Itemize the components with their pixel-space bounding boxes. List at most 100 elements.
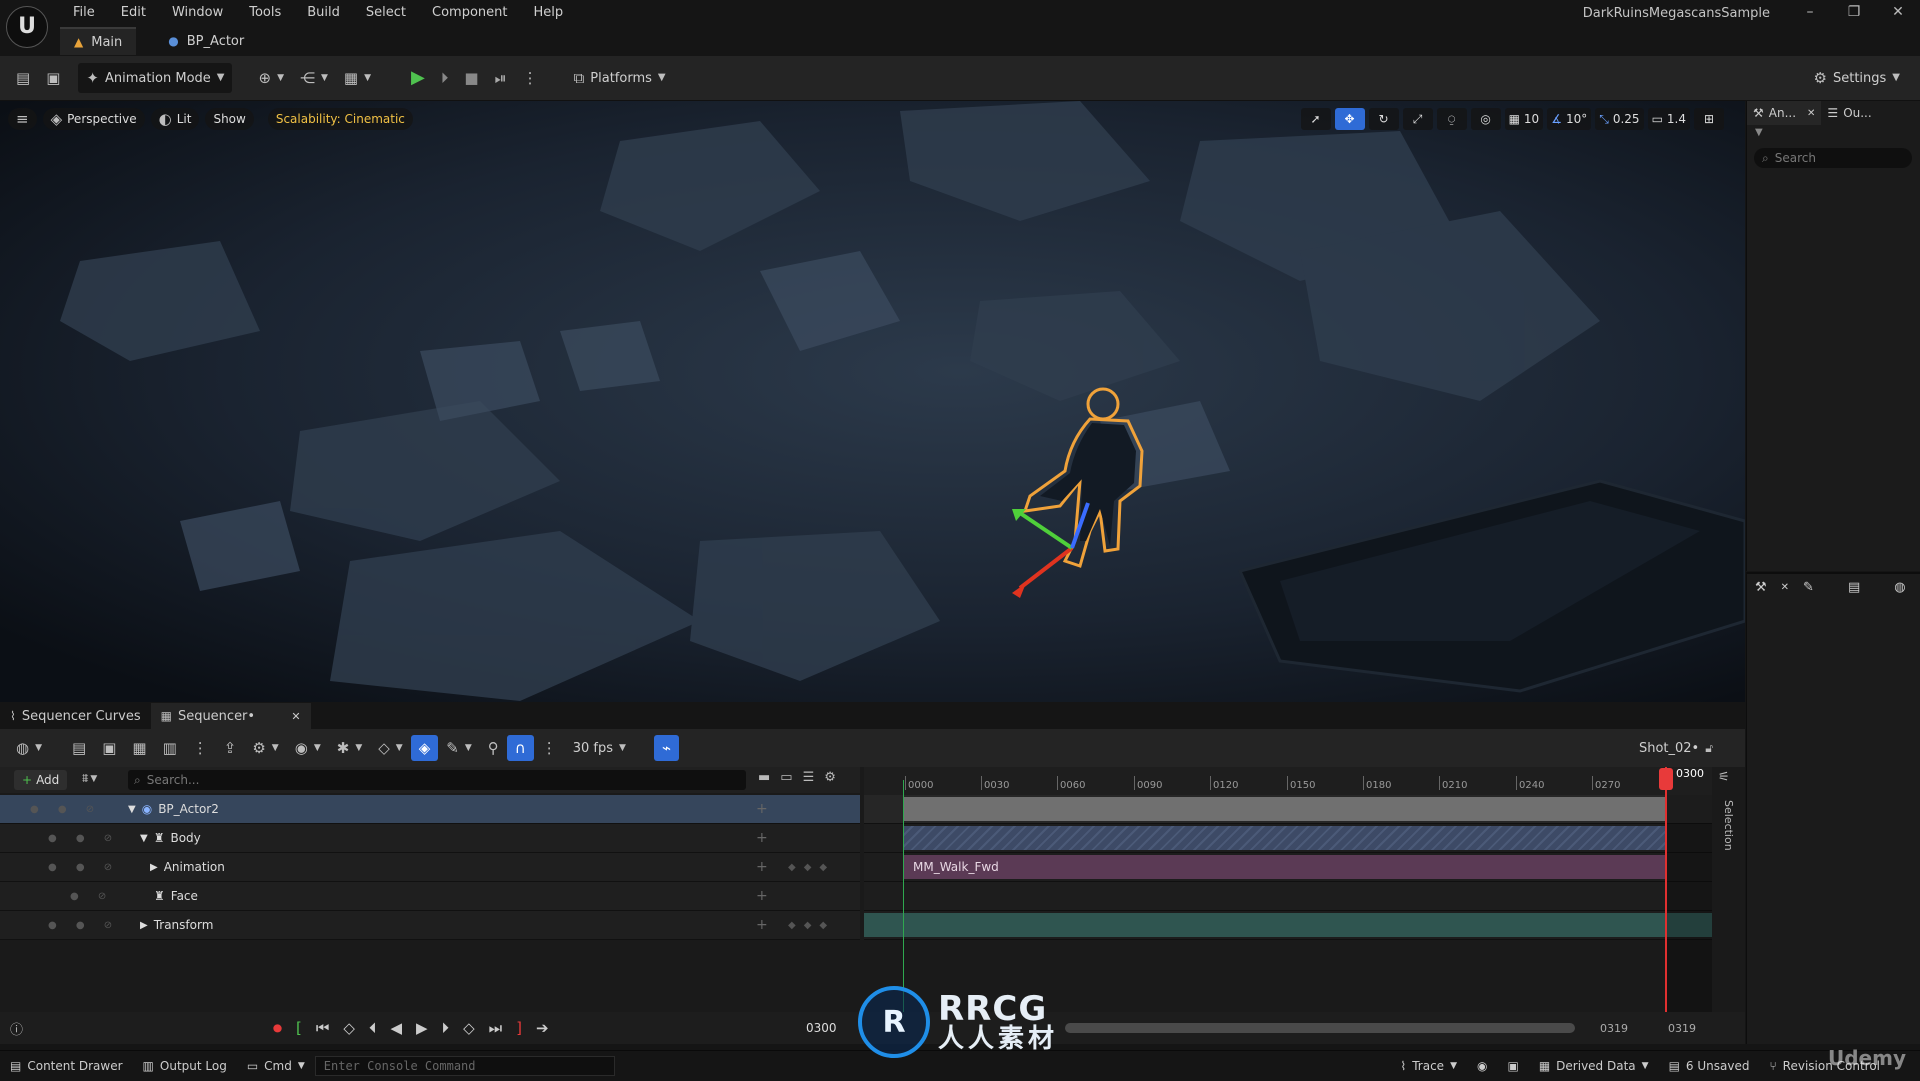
range-end[interactable]: 0319 — [1668, 1022, 1696, 1035]
chevron-down-icon[interactable]: ▼ — [140, 833, 148, 844]
lit-button[interactable]: ◐ Lit — [150, 108, 200, 130]
playhead-line[interactable] — [1665, 767, 1667, 1012]
track-row-bp-actor2[interactable]: ● ● ⊘ ▼ ◉ BP_Actor2 + — [0, 795, 860, 824]
blueprint-button[interactable]: ⋲ ▼ — [292, 63, 336, 93]
level-viewport[interactable] — [0, 101, 1745, 702]
sequencer-search-input[interactable]: ⌕ Search... — [128, 770, 746, 790]
filter-button[interactable]: ⩩ ▼ — [82, 771, 97, 786]
shot-breadcrumb[interactable]: Shot_02• 🔓︎ — [1631, 733, 1721, 763]
add-key-icon[interactable]: + — [756, 917, 768, 933]
snap-options-button[interactable]: ⋮ — [534, 733, 565, 763]
chevron-down-icon[interactable]: ▼ — [1747, 127, 1920, 138]
grid-snap-button[interactable]: ▦ 10 — [1504, 108, 1544, 130]
screenshot-button[interactable]: ▣ — [1497, 1051, 1528, 1081]
track-toggles[interactable]: ● ● ⊘ — [48, 862, 120, 873]
tab-main[interactable]: ▲ Main — [60, 27, 137, 55]
menu-tools[interactable]: Tools — [236, 5, 294, 20]
globe-icon[interactable]: ◍ — [1894, 580, 1905, 595]
save-sequence-button[interactable]: ▤ — [64, 733, 94, 763]
select-mode-button[interactable]: ➚ — [1300, 108, 1331, 130]
pencil-icon[interactable]: ✎ — [1803, 580, 1814, 595]
scale-mode-button[interactable]: ⤢ — [1402, 108, 1433, 130]
outliner-search-input[interactable]: ⌕ Search — [1754, 148, 1912, 168]
rotation-snap-button[interactable]: ∡ 10° — [1547, 108, 1592, 130]
track-row-face[interactable]: ● ⊘ ♜ Face + — [0, 882, 860, 911]
lane-animation[interactable]: MM_Walk_Fwd — [864, 853, 1712, 882]
chevron-down-icon[interactable]: ▼ — [128, 804, 136, 815]
scale-snap-button[interactable]: ⤡ 0.25 — [1595, 108, 1644, 130]
loop-icon[interactable]: ➔ — [536, 1019, 549, 1037]
more-button[interactable]: ⋮ — [185, 733, 216, 763]
view-options-button[interactable]: ◉ ▼ — [287, 733, 329, 763]
stop-button[interactable]: ■ — [456, 63, 486, 93]
menu-select[interactable]: Select — [353, 5, 419, 20]
render-movie-button[interactable]: ▥ — [155, 733, 185, 763]
track-row-animation[interactable]: ● ● ⊘ ▶ Animation + ◆◆◆ — [0, 853, 860, 882]
curve-editor-button[interactable]: ⌁ — [653, 735, 679, 761]
prev-key-icon[interactable]: ◇ — [343, 1019, 355, 1037]
menu-file[interactable]: File — [60, 5, 108, 20]
settings-dropdown[interactable]: ⚙ Settings ▼ — [1806, 63, 1908, 93]
menu-component[interactable]: Component — [419, 5, 520, 20]
unsaved-button[interactable]: ▤ 6 Unsaved — [1659, 1051, 1760, 1081]
track-row-transform[interactable]: ● ● ⊘ ▶ Transform + ◆◆◆ — [0, 911, 860, 940]
tab-bp-actor[interactable]: ● BP_Actor — [154, 28, 258, 54]
track-toggles[interactable]: ● ● ⊘ — [30, 804, 102, 815]
launch-button[interactable]: ⏯ — [487, 63, 515, 93]
timeline-scrollbar[interactable] — [1065, 1023, 1575, 1033]
world-button[interactable]: ◍ ▼ — [8, 733, 50, 763]
set-start-icon[interactable]: [ — [296, 1019, 302, 1037]
close-icon[interactable]: ✕ — [1781, 582, 1789, 593]
step-back-icon[interactable]: ⏴ — [369, 1019, 377, 1037]
menu-help[interactable]: Help — [520, 5, 576, 20]
step-forward-icon[interactable]: ⏵ — [442, 1019, 450, 1037]
rotate-mode-button[interactable]: ↻ — [1368, 108, 1399, 130]
menu-window[interactable]: Window — [159, 5, 236, 20]
current-frame[interactable]: 0300 — [806, 1021, 837, 1035]
playback-options-button[interactable]: ✱ ▼ — [329, 733, 371, 763]
content-drawer-button[interactable]: ▤ Content Drawer — [0, 1051, 133, 1081]
track-toggles[interactable]: ● ● ⊘ — [48, 833, 120, 844]
camera-speed-button[interactable]: ▭ 1.4 — [1647, 108, 1690, 130]
trace-dropdown[interactable]: ⌇ Trace ▼ — [1390, 1051, 1467, 1081]
derived-data-dropdown[interactable]: ▦ Derived Data ▼ — [1529, 1051, 1659, 1081]
add-key-icon[interactable]: + — [756, 859, 768, 875]
info-icon[interactable]: ⓘ — [10, 1019, 23, 1038]
mode-dropdown[interactable]: ✦ Animation Mode ▼ — [78, 63, 233, 93]
minimize-icon[interactable]: – — [1788, 4, 1832, 20]
find-asset-button[interactable]: ▣ — [94, 733, 124, 763]
platforms-dropdown[interactable]: ⧉ Platforms ▼ — [566, 63, 674, 93]
play-reverse-icon[interactable]: ◀ — [390, 1019, 402, 1037]
play-button[interactable]: ▶ — [403, 63, 433, 93]
timeline-options-icon[interactable]: ⚟ — [1718, 770, 1730, 785]
range-start[interactable]: 0319 — [1600, 1022, 1628, 1035]
restore-icon[interactable]: ❐ — [1832, 4, 1876, 20]
lane-actor[interactable] — [864, 795, 1712, 824]
lane-face[interactable] — [864, 882, 1712, 911]
list-icon[interactable]: ☰ — [803, 770, 815, 785]
auto-key-button[interactable]: ◈ — [410, 735, 439, 761]
scalability-badge[interactable]: Scalability: Cinematic — [267, 108, 413, 130]
viewport-layout-button[interactable]: ⊞ — [1694, 108, 1724, 130]
track-toggles[interactable]: ● ⊘ — [70, 891, 114, 902]
gear-icon[interactable]: ⚙ — [824, 770, 836, 785]
time-ruler[interactable]: 0000 0030 0060 0090 0120 0150 0180 0210 … — [864, 767, 1712, 795]
translate-mode-button[interactable]: ✥ — [1334, 108, 1365, 130]
render-button[interactable]: ▦ — [124, 733, 154, 763]
add-actor-button[interactable]: ⊕ ▼ — [250, 63, 292, 93]
track-toggles[interactable]: ● ● ⊘ — [48, 920, 120, 931]
actions-button[interactable]: ⚙ ▼ — [244, 733, 286, 763]
unreal-logo-icon[interactable]: U — [6, 6, 48, 48]
chevron-right-icon[interactable]: ▶ — [150, 862, 158, 873]
next-key-icon[interactable]: ◇ — [463, 1019, 475, 1037]
tab-animation[interactable]: ⚒ An... ✕ — [1747, 101, 1822, 125]
add-subtrack-icon[interactable]: + — [756, 888, 768, 904]
marker-button[interactable]: ⚲ — [480, 733, 507, 763]
selection-side-tab[interactable]: Selection — [1722, 800, 1735, 851]
play-icon[interactable]: ▶ — [416, 1019, 428, 1037]
add-track-button[interactable]: + Add — [14, 770, 68, 790]
key-nav-icons[interactable]: ◆◆◆ — [788, 862, 835, 873]
key-nav-icons[interactable]: ◆◆◆ — [788, 920, 835, 931]
step-button[interactable]: ⏵ — [433, 63, 457, 93]
browse-button[interactable]: ▣ — [38, 63, 68, 93]
